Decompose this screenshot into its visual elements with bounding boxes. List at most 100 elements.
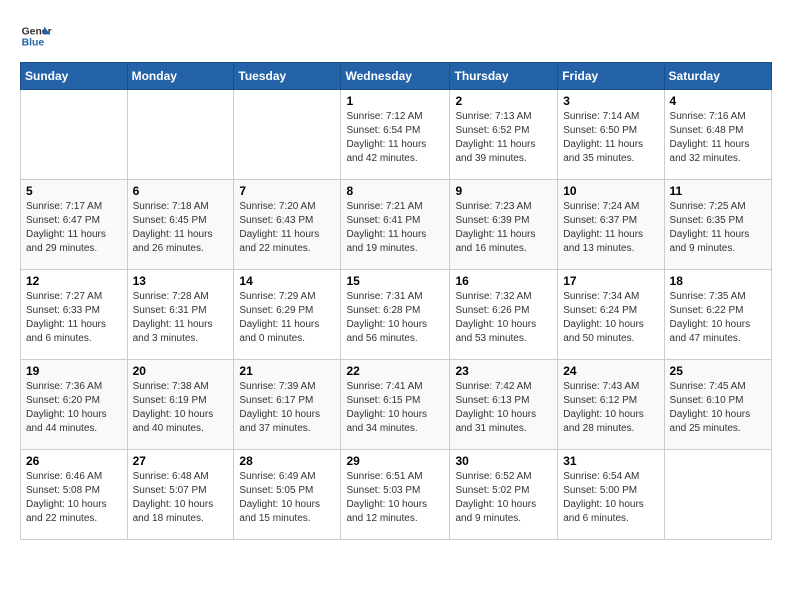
week-row-5: 26 Sunrise: 6:46 AM Sunset: 5:08 PM Dayli…	[21, 450, 772, 540]
day-header-friday: Friday	[558, 63, 664, 90]
week-row-3: 12 Sunrise: 7:27 AM Sunset: 6:33 PM Dayli…	[21, 270, 772, 360]
calendar-cell: 11 Sunrise: 7:25 AM Sunset: 6:35 PM Dayli…	[664, 180, 771, 270]
day-info: Sunrise: 7:23 AM Sunset: 6:39 PM Dayligh…	[455, 200, 552, 256]
day-number: 23	[455, 364, 552, 378]
day-header-monday: Monday	[127, 63, 234, 90]
day-number: 30	[455, 454, 552, 468]
day-header-sunday: Sunday	[21, 63, 128, 90]
calendar-cell: 22Sunrise: 7:41 AM Sunset: 6:15 PM Dayli…	[341, 360, 450, 450]
logo-icon: General Blue	[20, 20, 52, 52]
calendar-cell: 16Sunrise: 7:32 AM Sunset: 6:26 PM Dayli…	[450, 270, 558, 360]
svg-text:Blue: Blue	[22, 38, 45, 49]
day-info: Sunrise: 7:14 AM Sunset: 6:50 PM Dayligh…	[563, 110, 658, 166]
day-header-saturday: Saturday	[664, 63, 771, 90]
day-number: 21	[239, 364, 335, 378]
calendar-cell: 1 Sunrise: 7:12 AM Sunset: 6:54 PM Daylig…	[341, 90, 450, 180]
week-row-1: 1 Sunrise: 7:12 AM Sunset: 6:54 PM Daylig…	[21, 90, 772, 180]
day-info: Sunrise: 7:20 AM Sunset: 6:43 PM Dayligh…	[239, 200, 335, 256]
day-info: Sunrise: 6:51 AM Sunset: 5:03 PM Dayligh…	[346, 470, 444, 526]
calendar-cell: 15 Sunrise: 7:31 AM Sunset: 6:28 PM Dayli…	[341, 270, 450, 360]
day-info: Sunrise: 7:32 AM Sunset: 6:26 PM Dayligh…	[455, 290, 552, 346]
day-info: Sunrise: 7:16 AM Sunset: 6:48 PM Dayligh…	[670, 110, 766, 166]
day-info: Sunrise: 7:35 AM Sunset: 6:22 PM Dayligh…	[670, 290, 766, 346]
day-number: 11	[670, 184, 766, 198]
day-number: 6	[133, 184, 229, 198]
day-number: 14	[239, 274, 335, 288]
day-info: Sunrise: 7:29 AM Sunset: 6:29 PM Dayligh…	[239, 290, 335, 346]
day-number: 12	[26, 274, 122, 288]
calendar-cell: 17 Sunrise: 7:34 AM Sunset: 6:24 PM Dayli…	[558, 270, 664, 360]
day-number: 5	[26, 184, 122, 198]
day-number: 1	[346, 94, 444, 108]
day-info: Sunrise: 7:39 AM Sunset: 6:17 PM Dayligh…	[239, 380, 335, 436]
day-number: 15	[346, 274, 444, 288]
day-number: 10	[563, 184, 658, 198]
day-info: Sunrise: 7:13 AM Sunset: 6:52 PM Dayligh…	[455, 110, 552, 166]
calendar-cell: 8 Sunrise: 7:21 AM Sunset: 6:41 PM Daylig…	[341, 180, 450, 270]
calendar-cell	[127, 90, 234, 180]
day-info: Sunrise: 7:12 AM Sunset: 6:54 PM Dayligh…	[346, 110, 444, 166]
page-header: General Blue	[20, 20, 772, 52]
day-info: Sunrise: 6:48 AM Sunset: 5:07 PM Dayligh…	[133, 470, 229, 526]
day-number: 25	[670, 364, 766, 378]
calendar-cell: 30Sunrise: 6:52 AM Sunset: 5:02 PM Dayli…	[450, 450, 558, 540]
day-info: Sunrise: 7:45 AM Sunset: 6:10 PM Dayligh…	[670, 380, 766, 436]
day-number: 31	[563, 454, 658, 468]
day-info: Sunrise: 7:28 AM Sunset: 6:31 PM Dayligh…	[133, 290, 229, 346]
week-row-2: 5 Sunrise: 7:17 AM Sunset: 6:47 PM Daylig…	[21, 180, 772, 270]
day-number: 8	[346, 184, 444, 198]
calendar-cell: 7 Sunrise: 7:20 AM Sunset: 6:43 PM Daylig…	[234, 180, 341, 270]
week-row-4: 19Sunrise: 7:36 AM Sunset: 6:20 PM Dayli…	[21, 360, 772, 450]
calendar-cell	[664, 450, 771, 540]
day-number: 24	[563, 364, 658, 378]
day-info: Sunrise: 7:18 AM Sunset: 6:45 PM Dayligh…	[133, 200, 229, 256]
calendar-cell: 23 Sunrise: 7:42 AM Sunset: 6:13 PM Dayli…	[450, 360, 558, 450]
day-number: 17	[563, 274, 658, 288]
day-number: 13	[133, 274, 229, 288]
calendar-cell: 18 Sunrise: 7:35 AM Sunset: 6:22 PM Dayli…	[664, 270, 771, 360]
day-info: Sunrise: 7:27 AM Sunset: 6:33 PM Dayligh…	[26, 290, 122, 346]
day-number: 2	[455, 94, 552, 108]
calendar-cell: 31 Sunrise: 6:54 AM Sunset: 5:00 PM Dayli…	[558, 450, 664, 540]
calendar-cell: 13 Sunrise: 7:28 AM Sunset: 6:31 PM Dayli…	[127, 270, 234, 360]
day-number: 7	[239, 184, 335, 198]
calendar-cell: 19Sunrise: 7:36 AM Sunset: 6:20 PM Dayli…	[21, 360, 128, 450]
day-info: Sunrise: 7:25 AM Sunset: 6:35 PM Dayligh…	[670, 200, 766, 256]
day-number: 26	[26, 454, 122, 468]
day-info: Sunrise: 6:49 AM Sunset: 5:05 PM Dayligh…	[239, 470, 335, 526]
day-info: Sunrise: 7:21 AM Sunset: 6:41 PM Dayligh…	[346, 200, 444, 256]
calendar-cell: 9 Sunrise: 7:23 AM Sunset: 6:39 PM Daylig…	[450, 180, 558, 270]
calendar-cell: 14 Sunrise: 7:29 AM Sunset: 6:29 PM Dayli…	[234, 270, 341, 360]
day-number: 29	[346, 454, 444, 468]
calendar-cell: 29 Sunrise: 6:51 AM Sunset: 5:03 PM Dayli…	[341, 450, 450, 540]
day-number: 28	[239, 454, 335, 468]
day-info: Sunrise: 7:31 AM Sunset: 6:28 PM Dayligh…	[346, 290, 444, 346]
day-header-tuesday: Tuesday	[234, 63, 341, 90]
day-number: 20	[133, 364, 229, 378]
calendar-cell: 24Sunrise: 7:43 AM Sunset: 6:12 PM Dayli…	[558, 360, 664, 450]
day-number: 22	[346, 364, 444, 378]
calendar-cell: 10 Sunrise: 7:24 AM Sunset: 6:37 PM Dayli…	[558, 180, 664, 270]
day-info: Sunrise: 7:42 AM Sunset: 6:13 PM Dayligh…	[455, 380, 552, 436]
calendar-cell: 27 Sunrise: 6:48 AM Sunset: 5:07 PM Dayli…	[127, 450, 234, 540]
day-info: Sunrise: 6:46 AM Sunset: 5:08 PM Dayligh…	[26, 470, 122, 526]
day-info: Sunrise: 7:36 AM Sunset: 6:20 PM Dayligh…	[26, 380, 122, 436]
day-info: Sunrise: 6:54 AM Sunset: 5:00 PM Dayligh…	[563, 470, 658, 526]
calendar-cell	[21, 90, 128, 180]
calendar-cell: 5 Sunrise: 7:17 AM Sunset: 6:47 PM Daylig…	[21, 180, 128, 270]
day-info: Sunrise: 7:24 AM Sunset: 6:37 PM Dayligh…	[563, 200, 658, 256]
calendar-cell: 28 Sunrise: 6:49 AM Sunset: 5:05 PM Dayli…	[234, 450, 341, 540]
day-number: 27	[133, 454, 229, 468]
day-info: Sunrise: 7:38 AM Sunset: 6:19 PM Dayligh…	[133, 380, 229, 436]
calendar-cell: 2 Sunrise: 7:13 AM Sunset: 6:52 PM Daylig…	[450, 90, 558, 180]
day-number: 4	[670, 94, 766, 108]
day-number: 18	[670, 274, 766, 288]
day-number: 9	[455, 184, 552, 198]
calendar-cell: 12 Sunrise: 7:27 AM Sunset: 6:33 PM Dayli…	[21, 270, 128, 360]
calendar-cell: 4 Sunrise: 7:16 AM Sunset: 6:48 PM Daylig…	[664, 90, 771, 180]
day-header-wednesday: Wednesday	[341, 63, 450, 90]
day-info: Sunrise: 7:17 AM Sunset: 6:47 PM Dayligh…	[26, 200, 122, 256]
calendar-table: SundayMondayTuesdayWednesdayThursdayFrid…	[20, 62, 772, 540]
logo: General Blue	[20, 20, 52, 52]
day-info: Sunrise: 7:34 AM Sunset: 6:24 PM Dayligh…	[563, 290, 658, 346]
